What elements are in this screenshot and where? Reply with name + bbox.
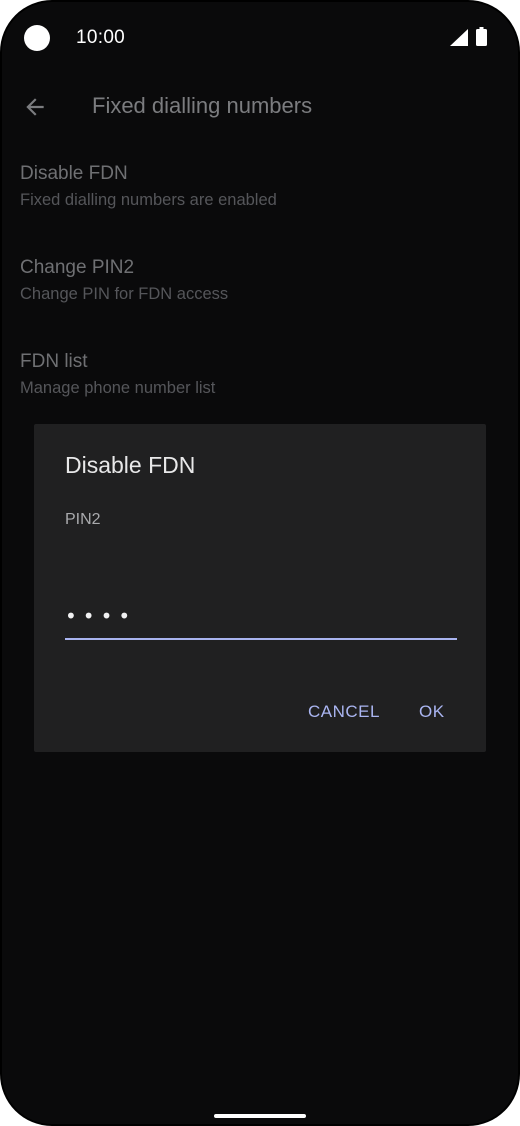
pin2-input-value: ••••: [65, 604, 137, 628]
phone-frame: 10:00 Fixed dialling numbers Disable FDN…: [0, 0, 520, 1126]
status-time: 10:00: [76, 27, 126, 48]
navigation-handle[interactable]: [214, 1114, 306, 1118]
pref-summary: Fixed dialling numbers are enabled: [20, 191, 277, 209]
pref-title: Change PIN2: [20, 257, 135, 278]
cancel-button[interactable]: CANCEL: [308, 702, 380, 722]
battery-icon: [476, 27, 487, 46]
status-bar: 10:00: [2, 2, 518, 74]
pin2-input[interactable]: ••••: [65, 604, 457, 640]
disable-fdn-dialog: Disable FDN PIN2 •••• CANCEL OK: [34, 424, 486, 752]
pref-title: Disable FDN: [20, 163, 128, 184]
app-bar: Fixed dialling numbers: [2, 74, 518, 138]
pref-summary: Manage phone number list: [20, 379, 216, 397]
arrow-left-icon[interactable]: [22, 94, 48, 120]
pref-disable-fdn[interactable]: Disable FDN Fixed dialling numbers are e…: [20, 162, 500, 211]
signal-icon: [450, 29, 468, 46]
dialog-title: Disable FDN: [65, 452, 196, 478]
pref-summary: Change PIN for FDN access: [20, 285, 229, 303]
camera-cutout: [24, 25, 50, 51]
screen: 10:00 Fixed dialling numbers Disable FDN…: [2, 2, 518, 1124]
pref-fdn-list[interactable]: FDN list Manage phone number list: [20, 350, 500, 399]
pin2-label: PIN2: [65, 511, 101, 528]
page-title: Fixed dialling numbers: [92, 93, 313, 118]
pref-change-pin2[interactable]: Change PIN2 Change PIN for FDN access: [20, 256, 500, 305]
ok-button[interactable]: OK: [419, 702, 445, 722]
pref-title: FDN list: [20, 351, 88, 372]
